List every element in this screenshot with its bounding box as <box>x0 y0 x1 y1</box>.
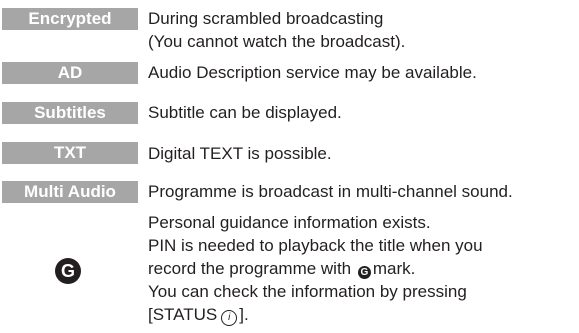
guidance-line-4: You can check the information by pressin… <box>148 282 467 301</box>
multi-audio-description-line-1: Programme is broadcast in multi-channel … <box>148 182 513 201</box>
guidance-line-5-text: [STATUS <box>148 305 218 324</box>
subtitles-description: Subtitle can be displayed. <box>148 101 342 124</box>
subtitles-badge: Subtitles <box>2 102 138 124</box>
guidance-line-5-end: ]. <box>239 305 249 324</box>
subtitles-description-line-1: Subtitle can be displayed. <box>148 103 342 122</box>
ad-badge: AD <box>2 62 138 84</box>
encrypted-description-line-2: (You cannot watch the broadcast). <box>148 32 406 51</box>
multi-audio-description: Programme is broadcast in multi-channel … <box>148 180 513 203</box>
guidance-line-3: record the programme with Gmark. <box>148 257 483 280</box>
encrypted-description-line-1: During scrambled broadcasting <box>148 9 384 28</box>
guidance-line-3-end: mark. <box>372 259 416 278</box>
guidance-line-2: PIN is needed to playback the title when… <box>148 236 483 255</box>
guidance-g-icon: G <box>55 258 81 284</box>
guidance-line-5: [STATUS i]. <box>148 303 483 326</box>
info-icon: i <box>221 310 238 326</box>
txt-description-line-1: Digital TEXT is possible. <box>148 144 332 163</box>
encrypted-badge: Encrypted <box>2 8 138 30</box>
guidance-line-1: Personal guidance information exists. <box>148 213 431 232</box>
guidance-g-mark-icon: G <box>357 266 371 279</box>
ad-description-line-1: Audio Description service may be availab… <box>148 63 477 82</box>
ad-description: Audio Description service may be availab… <box>148 61 477 84</box>
encrypted-description: During scrambled broadcasting (You canno… <box>148 7 405 53</box>
txt-badge: TXT <box>2 142 138 164</box>
multi-audio-badge: Multi Audio <box>2 181 138 203</box>
guidance-description: Personal guidance information exists. PI… <box>148 211 483 326</box>
txt-description: Digital TEXT is possible. <box>148 142 332 165</box>
guidance-line-3-text: record the programme with <box>148 259 352 278</box>
